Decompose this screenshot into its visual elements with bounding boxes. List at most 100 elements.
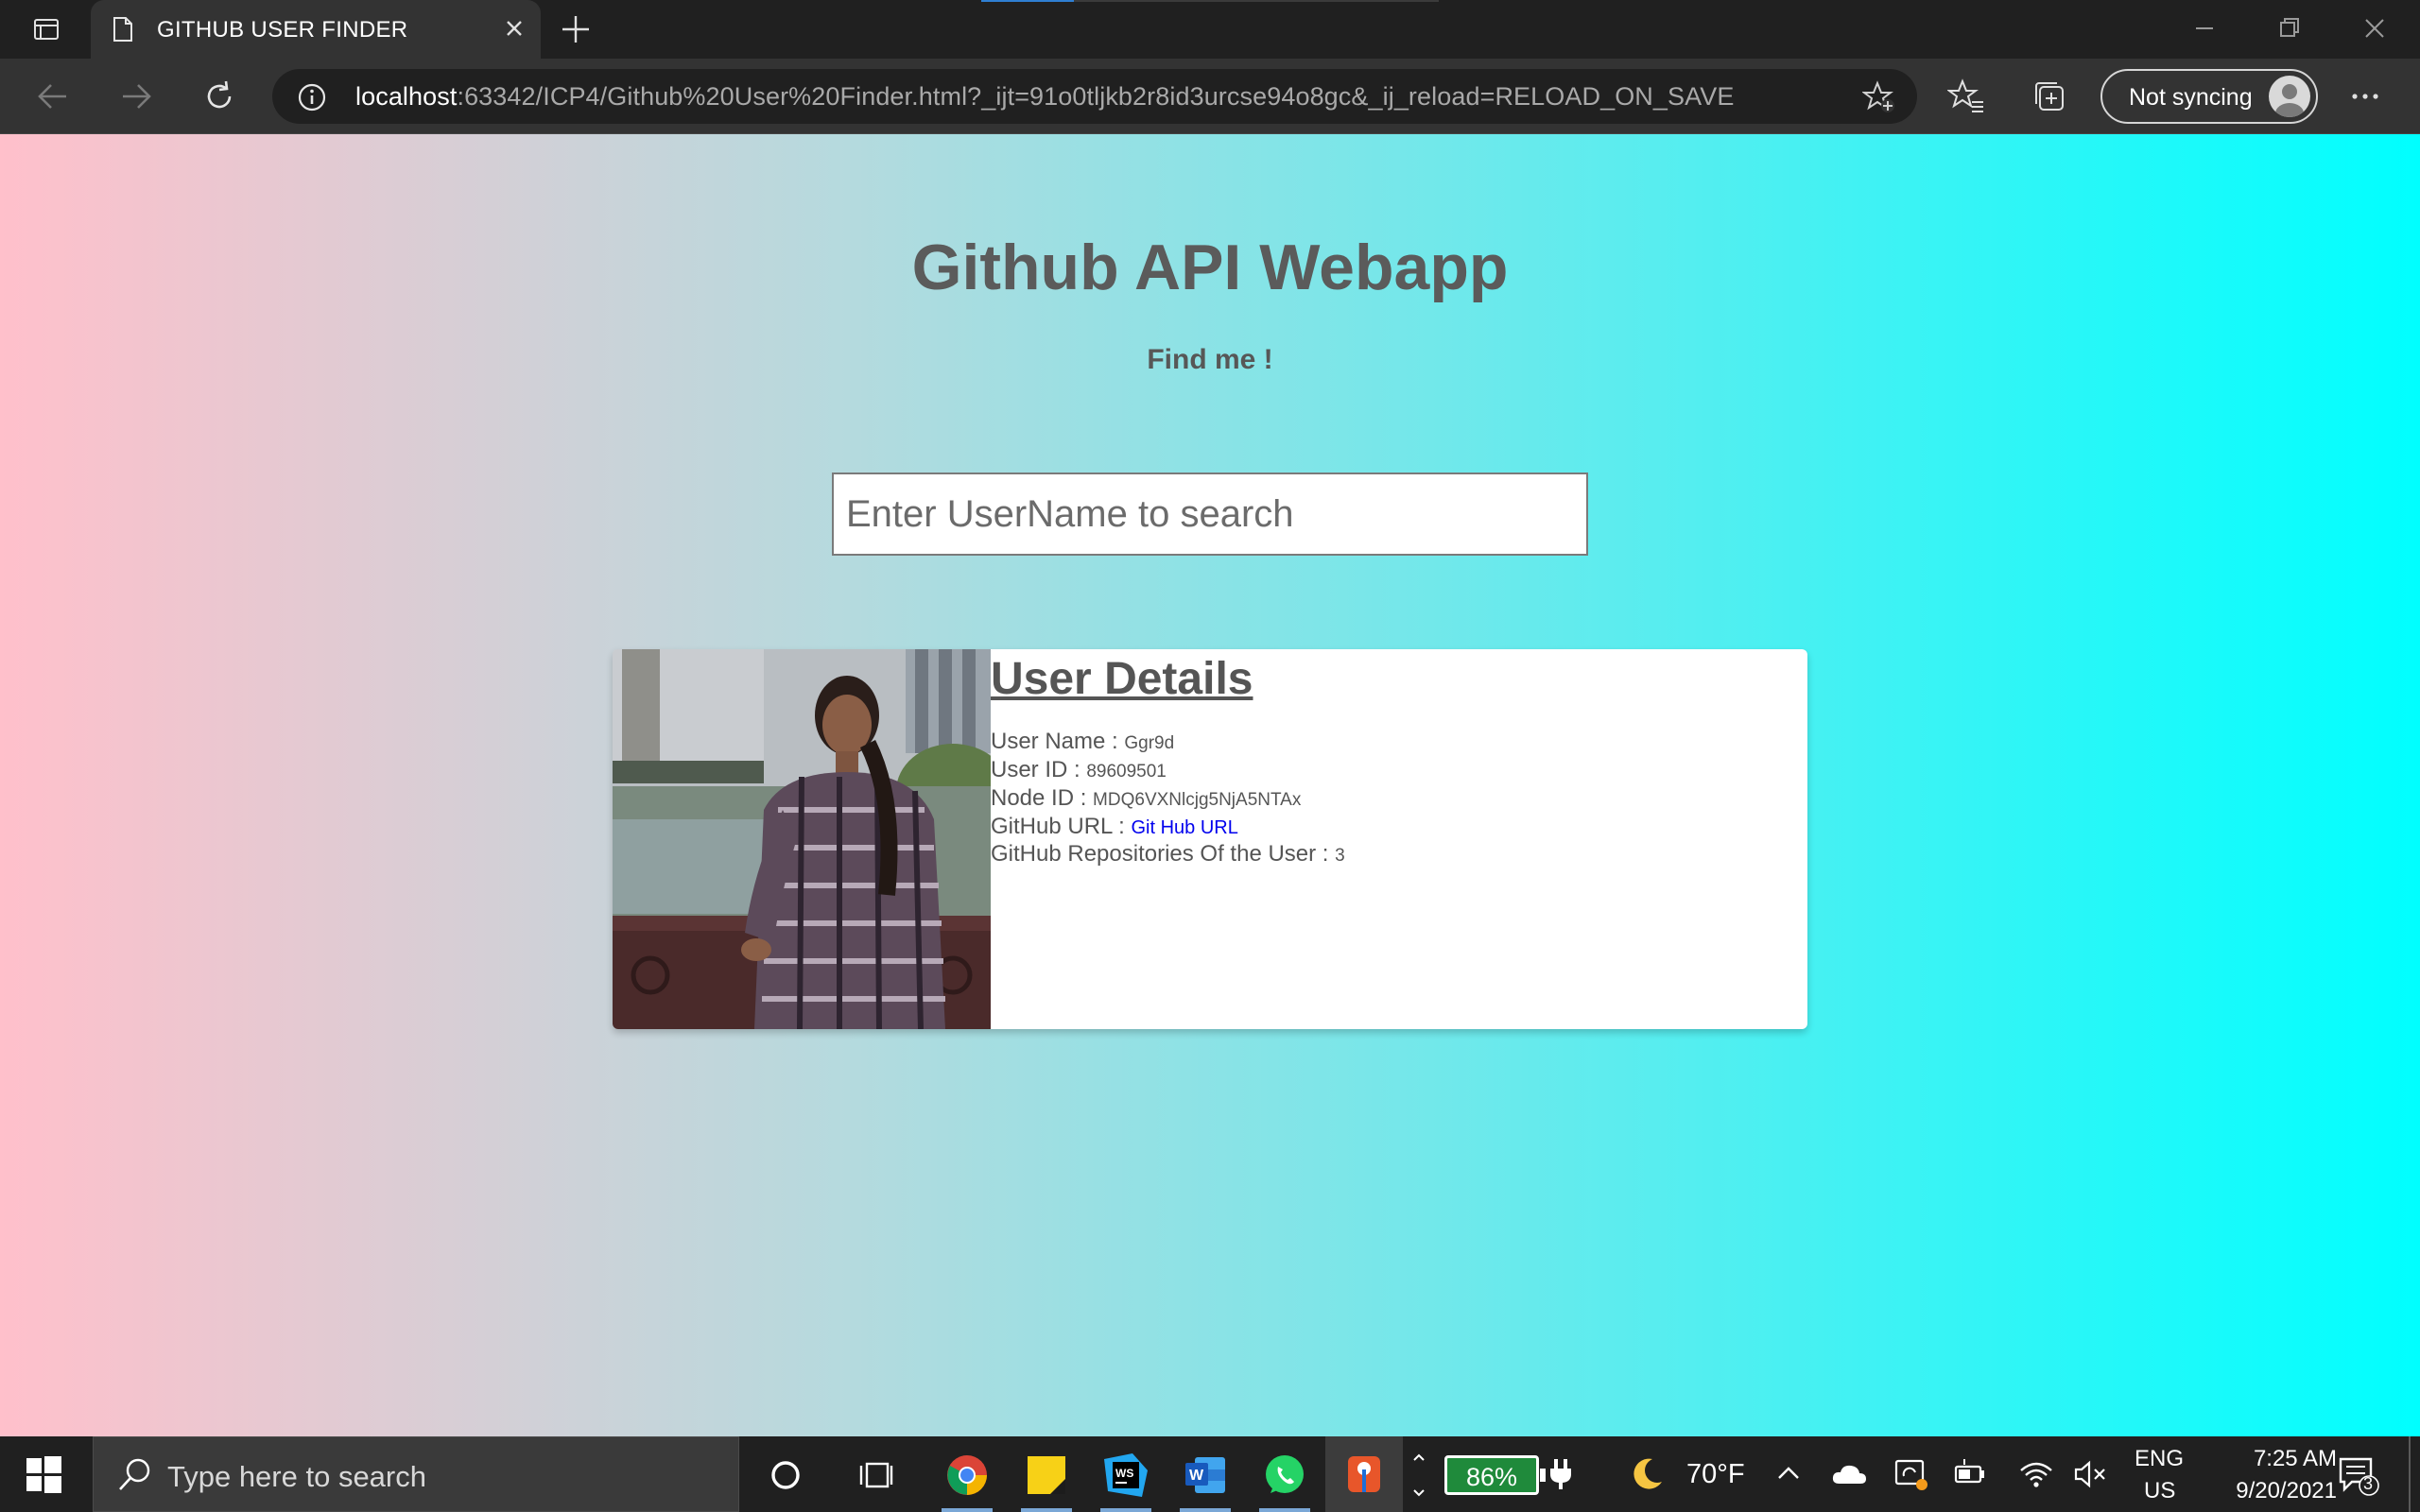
chrome-taskbar-button[interactable] <box>942 1450 993 1512</box>
repos-value: 3 <box>1335 846 1345 866</box>
charging-plug-icon <box>1550 1459 1571 1489</box>
tab-actions-button[interactable] <box>21 11 70 47</box>
arrow-left-icon <box>38 84 66 109</box>
language-top[interactable]: ENG <box>2135 1446 2184 1472</box>
tool-taskbar-button[interactable] <box>1325 1436 1403 1512</box>
restore-icon[interactable] <box>2271 9 2308 47</box>
collections-button[interactable] <box>2029 76 2070 117</box>
address-bar[interactable]: localhost:63342/ICP4/Github%20User%20Fin… <box>272 69 1917 124</box>
whatsapp-taskbar-button[interactable] <box>1259 1450 1310 1512</box>
word-icon: W <box>1185 1457 1225 1493</box>
taskbar-search-box[interactable]: Type here to search <box>93 1436 739 1512</box>
whatsapp-icon <box>1266 1455 1304 1493</box>
site-info-icon[interactable] <box>297 82 327 112</box>
user-name-row: User Name : Ggr9d <box>991 729 1807 757</box>
word-taskbar-button[interactable]: W <box>1180 1450 1231 1512</box>
battery-indicator[interactable]: 86% <box>1444 1455 1546 1495</box>
tab-github-user-finder[interactable]: GITHUB USER FINDER <box>91 0 541 59</box>
refresh-icon <box>207 80 232 109</box>
show-desktop-button[interactable] <box>2409 1436 2411 1512</box>
chrome-icon <box>947 1455 987 1495</box>
cortana-icon <box>771 1461 800 1489</box>
action-center-button[interactable]: 3 <box>2337 1453 2380 1497</box>
sticky-notes-taskbar-button[interactable] <box>1021 1450 1072 1512</box>
browser-toolbar: localhost:63342/ICP4/Github%20User%20Fin… <box>0 59 2420 134</box>
search-icon <box>119 1458 150 1490</box>
webstorm-icon: WS <box>1104 1453 1148 1497</box>
browser-tab-bar: GITHUB USER FINDER <box>0 0 2420 59</box>
user-avatar-photo <box>613 649 991 1029</box>
user-name-value: Ggr9d <box>1124 733 1175 753</box>
node-id-row: Node ID : MDQ6VXNlcjg5NjA5NTAx <box>991 785 1807 814</box>
notification-count: 3 <box>2363 1474 2374 1493</box>
clock-date[interactable]: 9/20/2021 <box>2199 1478 2337 1504</box>
person-icon <box>2275 84 2304 117</box>
user-details-list: User Name : Ggr9d User ID : 89609501 Nod… <box>991 729 1807 869</box>
repos-label: GitHub Repositories Of the User : <box>991 841 1336 867</box>
page-title: Github API Webapp <box>911 232 1509 303</box>
back-button[interactable] <box>32 76 74 117</box>
cortana-button[interactable] <box>760 1450 811 1501</box>
node-id-value: MDQ6VXNlcjg5NjA5NTAx <box>1093 790 1302 810</box>
forward-button[interactable] <box>115 76 157 117</box>
task-view-button[interactable] <box>851 1450 902 1501</box>
wifi-icon[interactable] <box>2017 1457 2055 1491</box>
svg-text:WS: WS <box>1115 1467 1133 1480</box>
user-details-card: User Details User Name : Ggr9d User ID :… <box>613 649 1807 1029</box>
repos-row: GitHub Repositories Of the User : 3 <box>991 841 1807 869</box>
username-search-input[interactable] <box>832 472 1588 556</box>
page-viewport: Github API Webapp Find me ! Enter UserNa… <box>0 134 2420 1436</box>
tab-title: GITHUB USER FINDER <box>157 17 408 43</box>
new-tab-icon[interactable] <box>558 11 594 47</box>
close-tab-icon[interactable] <box>501 15 527 42</box>
weather-temperature[interactable]: 70°F <box>1686 1459 1745 1490</box>
url-path: :63342/ICP4/Github%20User%20Finder.html?… <box>457 82 1735 111</box>
notification-icon <box>2339 1457 2379 1496</box>
battery-percent: 86% <box>1465 1463 1518 1491</box>
github-url-row: GitHub URL : Git Hub URL <box>991 814 1807 841</box>
chevron-up-icon[interactable] <box>1773 1459 1804 1489</box>
windows-start-icon[interactable] <box>25 1455 62 1493</box>
user-details-heading: User Details <box>991 654 1253 704</box>
favorites-icon <box>1947 78 1983 112</box>
taskbar-search-placeholder: Type here to search <box>167 1460 426 1493</box>
more-options-icon <box>2352 94 2378 99</box>
url-text[interactable]: localhost:63342/ICP4/Github%20User%20Fin… <box>355 82 1734 112</box>
windows-taskbar: Type here to search WS W 86% 70°F ENG US… <box>0 1436 2420 1512</box>
language-bottom[interactable]: US <box>2144 1478 2175 1504</box>
taskbar-scroll-button[interactable] <box>1407 1450 1431 1501</box>
sync-status-label: Not syncing <box>2129 84 2253 111</box>
favorites-button[interactable] <box>1945 76 1987 117</box>
settings-more-button[interactable] <box>2344 76 2386 117</box>
github-url-label: GitHub URL : <box>991 814 1132 839</box>
moon-weather-icon[interactable] <box>1628 1455 1666 1493</box>
volume-muted-icon[interactable] <box>2072 1457 2110 1491</box>
task-view-icon <box>859 1462 893 1488</box>
tool-app-icon <box>1348 1456 1380 1492</box>
add-favorite-icon[interactable] <box>1862 80 1896 114</box>
url-host: localhost <box>355 82 458 111</box>
onedrive-cloud-icon[interactable] <box>1830 1459 1868 1489</box>
minimize-icon[interactable] <box>2186 9 2223 47</box>
arrow-right-icon <box>123 84 151 109</box>
node-id-label: Node ID : <box>991 785 1094 811</box>
user-photo-image <box>613 649 991 1029</box>
user-id-row: User ID : 89609501 <box>991 757 1807 785</box>
chevron-up-down-icon <box>1413 1453 1425 1497</box>
svg-text:W: W <box>1189 1468 1204 1484</box>
close-window-icon[interactable] <box>2356 9 2394 47</box>
avatar <box>2269 76 2310 117</box>
webstorm-taskbar-button[interactable]: WS <box>1100 1450 1151 1512</box>
user-id-label: User ID : <box>991 757 1087 782</box>
sticky-notes-icon <box>1028 1456 1065 1494</box>
user-id-value: 89609501 <box>1086 762 1167 782</box>
tab-actions-icon <box>34 19 59 40</box>
profile-sync-button[interactable]: Not syncing <box>2100 69 2318 124</box>
github-url-link[interactable]: Git Hub URL <box>1132 817 1238 838</box>
user-details-panel: User Details User Name : Ggr9d User ID :… <box>991 649 1807 1029</box>
document-icon <box>113 17 132 42</box>
power-settings-icon[interactable] <box>1953 1457 1991 1491</box>
clock-time[interactable]: 7:25 AM <box>2212 1446 2337 1472</box>
refresh-button[interactable] <box>199 76 240 117</box>
windows-update-icon[interactable] <box>1893 1455 1930 1493</box>
